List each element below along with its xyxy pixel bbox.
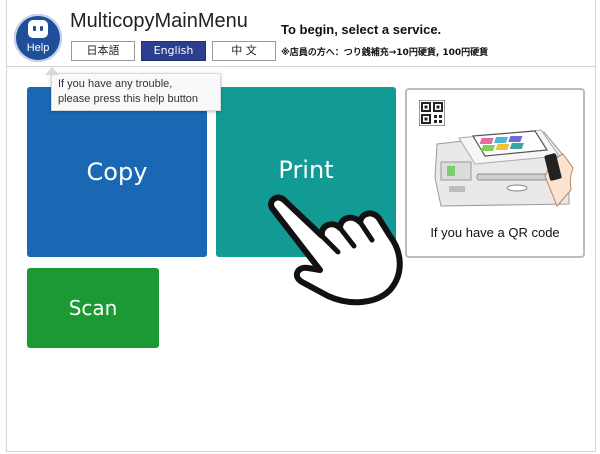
scan-button[interactable]: Scan (27, 268, 159, 348)
app-title: MulticopyMainMenu (70, 10, 248, 32)
help-button[interactable]: Help (14, 14, 62, 62)
staff-note: ※店員の方へ：つり銭補充→10円硬貨, 100円硬貨 (281, 48, 489, 58)
print-label: Print (278, 156, 334, 184)
help-tooltip: If you have any trouble, please press th… (45, 67, 221, 111)
header-divider (6, 66, 596, 67)
printer-illustration (434, 129, 574, 207)
pointing-hand-icon (268, 194, 403, 306)
scan-label: Scan (68, 296, 118, 320)
tooltip-line-1: If you have any trouble, (58, 78, 173, 90)
instruction-text: To begin, select a service. (281, 22, 442, 37)
language-button-english[interactable]: English (141, 41, 206, 61)
help-button-label: Help (26, 42, 50, 54)
copy-label: Copy (86, 158, 148, 186)
copy-button[interactable]: Copy (27, 87, 207, 257)
tooltip-line-2: please press this help button (58, 93, 199, 105)
language-button-chinese[interactable]: 中 文 (212, 41, 276, 61)
language-button-japanese[interactable]: 日本語 (71, 41, 135, 61)
qr-code-label: If you have a QR code (430, 225, 560, 240)
qr-code-button[interactable]: If you have a QR code (405, 88, 585, 258)
help-robot-icon (28, 20, 48, 38)
